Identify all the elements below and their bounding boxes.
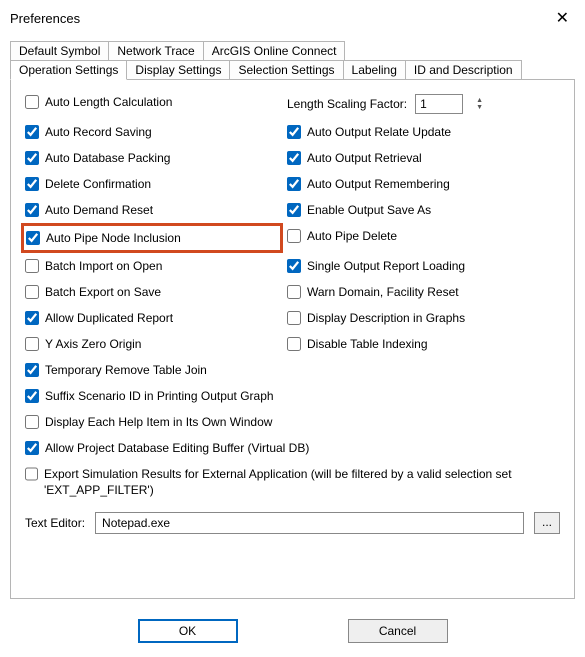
tab-id-and-description[interactable]: ID and Description <box>405 60 522 80</box>
checkbox-label: Display Description in Graphs <box>307 310 465 326</box>
checkbox[interactable] <box>287 151 301 165</box>
check-auto-output-remembering[interactable]: Auto Output Remembering <box>287 176 560 192</box>
tab-panel-operation-settings: Auto Length Calculation Length Scaling F… <box>10 79 575 599</box>
checkbox[interactable] <box>25 467 38 481</box>
checkbox[interactable] <box>287 229 301 243</box>
checkbox[interactable] <box>287 125 301 139</box>
window-title: Preferences <box>10 11 80 26</box>
check-delete-confirmation[interactable]: Delete Confirmation <box>25 176 275 192</box>
checkbox[interactable] <box>25 177 39 191</box>
checkbox-label: Auto Database Packing <box>45 150 170 166</box>
check-temporary-remove-table-join[interactable]: Temporary Remove Table Join <box>25 362 560 378</box>
text-editor-input[interactable] <box>95 512 524 534</box>
check-warn-domain-facility-reset[interactable]: Warn Domain, Facility Reset <box>287 284 560 300</box>
checkbox-label: Allow Duplicated Report <box>45 310 173 326</box>
checkbox[interactable] <box>25 441 39 455</box>
cancel-button[interactable]: Cancel <box>348 619 448 643</box>
checkbox[interactable] <box>25 389 39 403</box>
check-auto-record-saving[interactable]: Auto Record Saving <box>25 124 275 140</box>
checkbox[interactable] <box>25 337 39 351</box>
check-auto-output-relate-update[interactable]: Auto Output Relate Update <box>287 124 560 140</box>
checkbox-label: Batch Export on Save <box>45 284 161 300</box>
checkbox-label: Export Simulation Results for External A… <box>44 466 560 498</box>
checkbox[interactable] <box>287 337 301 351</box>
check-display-description-in-graphs[interactable]: Display Description in Graphs <box>287 310 560 326</box>
spinner-up-icon[interactable]: ▲ <box>474 97 485 104</box>
check-suffix-scenario-id-in-printing-output-graph[interactable]: Suffix Scenario ID in Printing Output Gr… <box>25 388 560 404</box>
checkbox[interactable] <box>25 151 39 165</box>
tab-selection-settings[interactable]: Selection Settings <box>229 60 343 80</box>
checkbox-label: Auto Output Remembering <box>307 176 450 192</box>
checkbox[interactable] <box>287 285 301 299</box>
checkbox-label: Auto Length Calculation <box>45 94 172 110</box>
check-single-output-report-loading[interactable]: Single Output Report Loading <box>287 258 560 274</box>
checkbox[interactable] <box>26 231 40 245</box>
tab-network-trace[interactable]: Network Trace <box>108 41 203 60</box>
checkbox-label: Single Output Report Loading <box>307 258 465 274</box>
checkbox-label: Auto Demand Reset <box>45 202 153 218</box>
check-allow-project-database-editing-buffer-virtual-db[interactable]: Allow Project Database Editing Buffer (V… <box>25 440 560 456</box>
check-batch-import-on-open[interactable]: Batch Import on Open <box>25 258 275 274</box>
checkbox-label: Allow Project Database Editing Buffer (V… <box>45 440 309 456</box>
checkbox-label: Display Each Help Item in Its Own Window <box>45 414 272 430</box>
checkbox[interactable] <box>287 311 301 325</box>
check-display-each-help-item-in-its-own-window[interactable]: Display Each Help Item in Its Own Window <box>25 414 560 430</box>
length-scaling-input[interactable] <box>416 95 462 113</box>
checkbox[interactable] <box>25 311 39 325</box>
tab-operation-settings[interactable]: Operation Settings <box>10 60 127 80</box>
text-editor-label: Text Editor: <box>25 516 85 530</box>
check-allow-duplicated-report[interactable]: Allow Duplicated Report <box>25 310 275 326</box>
checkbox-label: Y Axis Zero Origin <box>45 336 141 352</box>
tab-default-symbol[interactable]: Default Symbol <box>10 41 109 60</box>
checkbox[interactable] <box>25 95 39 109</box>
checkbox-label: Delete Confirmation <box>45 176 151 192</box>
checkbox-label: Auto Record Saving <box>45 124 152 140</box>
checkbox-label: Auto Output Retrieval <box>307 150 422 166</box>
length-scaling-row: Length Scaling Factor: ▲ ▼ <box>287 94 560 114</box>
tab-arcgis-online-connect[interactable]: ArcGIS Online Connect <box>203 41 346 60</box>
checkbox[interactable] <box>25 125 39 139</box>
spinner-down-icon[interactable]: ▼ <box>474 104 485 111</box>
check-auto-output-retrieval[interactable]: Auto Output Retrieval <box>287 150 560 166</box>
checkbox[interactable] <box>25 415 39 429</box>
checkbox[interactable] <box>25 203 39 217</box>
check-disable-table-indexing[interactable]: Disable Table Indexing <box>287 336 560 352</box>
length-scaling-label: Length Scaling Factor: <box>287 97 407 111</box>
close-icon[interactable]: ✕ <box>550 8 575 28</box>
check-export-simulation-results-for-external-application-will-be-filtered-by-a-valid-selection-set-ext-app-filter[interactable]: Export Simulation Results for External A… <box>25 466 560 498</box>
checkbox-label: Auto Output Relate Update <box>307 124 451 140</box>
checkbox[interactable] <box>25 259 39 273</box>
checkbox-label: Suffix Scenario ID in Printing Output Gr… <box>45 388 274 404</box>
ok-button[interactable]: OK <box>138 619 238 643</box>
check-batch-export-on-save[interactable]: Batch Export on Save <box>25 284 275 300</box>
check-y-axis-zero-origin[interactable]: Y Axis Zero Origin <box>25 336 275 352</box>
checkbox[interactable] <box>287 177 301 191</box>
checkbox-label: Auto Pipe Node Inclusion <box>46 230 181 246</box>
checkbox[interactable] <box>25 285 39 299</box>
checkbox[interactable] <box>287 259 301 273</box>
checkbox-label: Warn Domain, Facility Reset <box>307 284 459 300</box>
length-scaling-field[interactable] <box>415 94 463 114</box>
checkbox-label: Enable Output Save As <box>307 202 431 218</box>
checkbox-label: Temporary Remove Table Join <box>45 362 207 378</box>
browse-button[interactable]: ... <box>534 512 560 534</box>
tab-display-settings[interactable]: Display Settings <box>126 60 230 80</box>
checkbox-label: Disable Table Indexing <box>307 336 428 352</box>
check-auto-pipe-delete[interactable]: Auto Pipe Delete <box>287 228 560 248</box>
check-auto-pipe-node-inclusion[interactable]: Auto Pipe Node Inclusion <box>21 223 283 253</box>
checkbox-label: Batch Import on Open <box>45 258 162 274</box>
check-auto-length-calculation[interactable]: Auto Length Calculation <box>25 94 275 114</box>
check-auto-demand-reset[interactable]: Auto Demand Reset <box>25 202 275 218</box>
check-enable-output-save-as[interactable]: Enable Output Save As <box>287 202 560 218</box>
checkbox-label: Auto Pipe Delete <box>307 228 397 244</box>
check-auto-database-packing[interactable]: Auto Database Packing <box>25 150 275 166</box>
length-scaling-spinner[interactable]: ▲ ▼ <box>471 97 485 111</box>
checkbox[interactable] <box>287 203 301 217</box>
tab-labeling[interactable]: Labeling <box>343 60 406 80</box>
checkbox[interactable] <box>25 363 39 377</box>
